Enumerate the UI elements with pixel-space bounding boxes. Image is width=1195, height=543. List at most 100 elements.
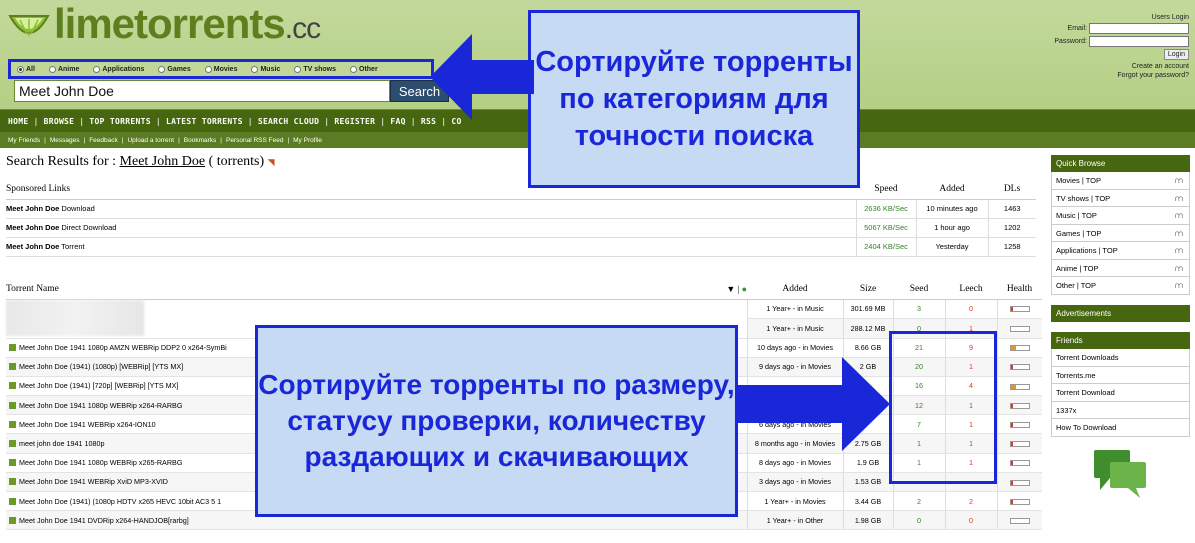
quick-browse-item[interactable]: Other | TOP ⩋ [1051,277,1190,295]
nav-item[interactable]: REGISTER [334,117,375,126]
results-query-link[interactable]: Meet John Doe [120,154,206,169]
rss-icon[interactable]: ⩋ [1175,277,1183,294]
torrent-name-link[interactable]: Meet John Doe (1941) (1080p HDTV x265 HE… [19,497,221,506]
subnav-item[interactable]: Upload a torrent [127,137,174,144]
dls-cell: 1463 [987,199,1036,219]
rss-icon[interactable]: ⩋ [1175,260,1183,277]
quick-browse-item[interactable]: TV shows | TOP ⩋ [1051,189,1190,207]
rss-icon[interactable]: ⩋ [1175,242,1183,259]
forgot-password-link[interactable]: Forgot your password? [1029,71,1189,80]
quick-browse-item[interactable]: Applications | TOP ⩋ [1051,242,1190,260]
subnav-item[interactable]: Bookmarks [184,137,217,144]
quick-browse-item[interactable]: Anime | TOP ⩋ [1051,259,1190,277]
nav-item[interactable]: SEARCH CLOUD [258,117,319,126]
nav-item[interactable]: TOP TORRENTS [89,117,150,126]
rss-icon[interactable]: ⩋ [1175,225,1183,242]
download-icon[interactable] [9,440,16,448]
category-option[interactable]: TV shows [294,65,336,73]
friend-link[interactable]: How To Download [1051,419,1190,437]
email-label: Email: [1067,25,1087,32]
sponsored-link[interactable]: Meet John Doe Direct Download [6,218,856,238]
site-logo[interactable]: limetorrents.cc [6,2,321,50]
torrent-name-link[interactable]: Meet John Doe (1941) (1080p) [WEBRip] [Y… [19,362,183,371]
friend-link[interactable]: Torrents.me [1051,366,1190,384]
download-icon[interactable] [9,516,16,524]
download-icon[interactable] [9,478,16,486]
leech-header[interactable]: Leech [945,279,997,300]
category-option[interactable]: Music [251,65,280,73]
torrent-name-header[interactable]: Torrent Name ▼ | ● [6,279,747,300]
quick-browse-item[interactable]: Movies | TOP ⩋ [1051,172,1190,190]
password-field[interactable] [1089,36,1189,47]
ads-panel: Advertisements [1051,305,1190,322]
added-header[interactable]: Added [747,279,843,300]
radio-icon[interactable] [17,65,24,73]
subnav-item[interactable]: My Friends [8,137,40,144]
friend-link[interactable]: Torrent Download [1051,384,1190,402]
torrent-name-link[interactable]: Meet John Doe 1941 DVDRip x264-HANDJOB[r… [19,516,189,525]
category-option[interactable]: Other [350,65,378,73]
torrent-name-link[interactable]: Meet John Doe 1941 WEBRip x264-ION10 [19,420,156,429]
download-icon[interactable] [9,497,16,505]
torrent-name-link[interactable]: meet john doe 1941 1080p [19,439,105,448]
subnav-item[interactable]: Feedback [89,137,118,144]
quick-browse-item[interactable]: Music | TOP ⩋ [1051,207,1190,225]
radio-icon[interactable] [93,65,101,73]
download-icon[interactable] [9,401,16,409]
rss-icon[interactable]: ◥ [268,157,275,167]
subnav-item[interactable]: Personal RSS Feed [226,137,283,144]
nav-item[interactable]: BROWSE [44,117,75,126]
torrent-name-link[interactable]: Meet John Doe (1941) [720p] [WEBRip] [YT… [19,381,178,390]
login-button[interactable]: Login [1163,49,1189,60]
radio-icon[interactable] [251,65,259,73]
torrent-name-link[interactable]: Meet John Doe 1941 WEBRip XviD MP3-XVID [19,477,168,486]
subnav-item[interactable]: Messages [50,137,80,144]
torrent-name-link[interactable]: Meet John Doe 1941 1080p WEBRip x265-RAR… [19,458,182,467]
health-cell [996,414,1042,435]
subnav-item[interactable]: My Profile [293,137,322,144]
seed-header[interactable]: Seed [893,279,945,300]
download-icon[interactable] [9,459,16,467]
quick-browse-item[interactable]: Games | TOP ⩋ [1051,224,1190,242]
friend-link[interactable]: Torrent Downloads [1051,349,1190,367]
sponsored-link[interactable]: Meet John Doe Download [6,199,856,219]
radio-icon[interactable] [294,65,302,73]
radio-icon[interactable] [158,65,166,73]
category-label: TV shows [303,65,336,73]
torrent-name-link[interactable]: Meet John Doe 1941 1080p AMZN WEBRip DDP… [19,343,227,352]
friend-link[interactable]: 1337x [1051,401,1190,419]
download-icon[interactable] [9,420,16,428]
category-option[interactable]: Applications [93,65,144,73]
category-option[interactable]: All [17,65,35,73]
search-input[interactable]: Meet John Doe [14,80,390,102]
email-field[interactable] [1089,23,1189,34]
download-icon[interactable] [9,382,16,390]
nav-item[interactable]: LATEST TORRENTS [166,117,243,126]
table-row[interactable]: 1 Year+ - in Music 301.69 MB 3 0 [6,299,1042,339]
create-account-link[interactable]: Create an account [1029,62,1189,71]
health-header[interactable]: Health [997,279,1042,300]
sponsored-row[interactable]: Meet John Doe Torrent 2404 KB/Sec Yesterda… [6,237,1036,257]
nav-item[interactable]: FAQ [390,117,405,126]
size-header[interactable]: Size [843,279,893,300]
download-icon[interactable] [9,363,16,371]
category-option[interactable]: Movies [204,65,237,73]
sponsored-link[interactable]: Meet John Doe Torrent [6,237,856,257]
quick-browse-label: Movies | TOP [1056,176,1102,185]
download-icon[interactable] [9,344,16,352]
quick-browse-label: Music | TOP [1056,211,1097,220]
nav-item[interactable]: HOME [8,117,28,126]
sponsored-row[interactable]: Meet John Doe Direct Download 5067 KB/Sec… [6,218,1036,238]
torrent-name-link[interactable]: Meet John Doe 1941 1080p WEBRip x264-RAR… [19,401,182,410]
rss-icon[interactable]: ⩋ [1175,172,1183,189]
rss-icon[interactable]: ⩋ [1175,190,1183,207]
rss-icon[interactable]: ⩋ [1175,207,1183,224]
radio-icon[interactable] [204,65,212,73]
nav-separator: | [324,116,330,126]
sponsored-row[interactable]: Meet John Doe Download 2636 KB/Sec 10 minu… [6,199,1036,219]
category-option[interactable]: Anime [48,65,79,73]
radio-icon[interactable] [350,65,357,73]
added-cell: 1 Year+ - in Other [746,510,843,531]
category-option[interactable]: Games [158,65,191,73]
radio-icon[interactable] [48,65,56,73]
